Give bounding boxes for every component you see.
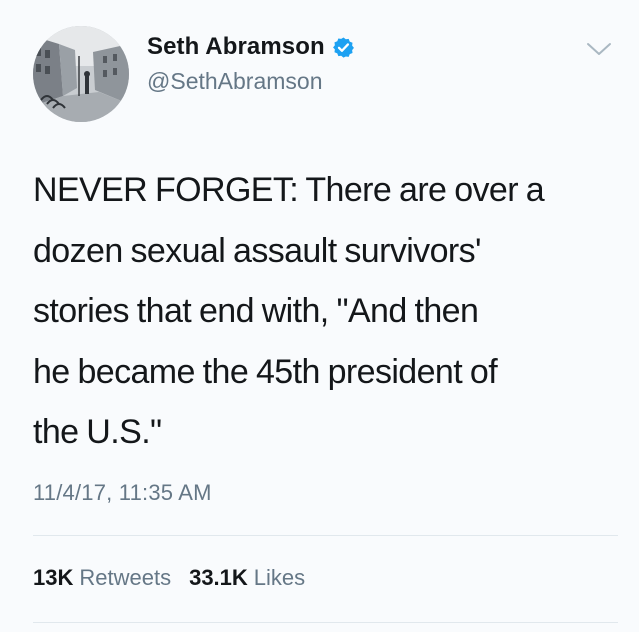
tweet-card: Seth Abramson @SethAbramson NEVER FORGET…: [0, 0, 639, 632]
likes-count: 33.1K: [189, 565, 248, 590]
divider: [33, 535, 618, 536]
likes-label: Likes: [253, 565, 306, 590]
tweet-text-line: stories that end with, "And then: [33, 292, 479, 330]
retweets-label: Retweets: [79, 565, 172, 590]
verified-badge-icon: [332, 36, 355, 59]
tweet-timestamp[interactable]: 11/4/17, 11:35 AM: [33, 480, 212, 506]
tweet-text-line: he became the 45th president of: [33, 352, 498, 391]
chevron-down-icon[interactable]: [586, 40, 612, 58]
author-display-name[interactable]: Seth Abramson: [147, 33, 325, 61]
tweet-text: NEVER FORGET: There are over a dozen sex…: [33, 160, 623, 463]
avatar-street-photo: [33, 26, 129, 122]
divider: [33, 622, 618, 623]
retweets-stat[interactable]: 13K Retweets: [33, 565, 171, 591]
likes-stat[interactable]: 33.1K Likes: [189, 565, 305, 591]
retweets-count: 13K: [33, 565, 74, 590]
tweet-stats: 13K Retweets 33.1K Likes: [33, 565, 323, 591]
author-handle[interactable]: @SethAbramson: [147, 68, 323, 95]
tweet-text-line: dozen sexual assault survivors': [33, 231, 482, 270]
tweet-text-line: NEVER FORGET: There are over a: [33, 171, 545, 209]
author-row: Seth Abramson: [147, 30, 355, 64]
avatar[interactable]: [33, 26, 129, 122]
tweet-text-line: the U.S.": [33, 413, 162, 451]
